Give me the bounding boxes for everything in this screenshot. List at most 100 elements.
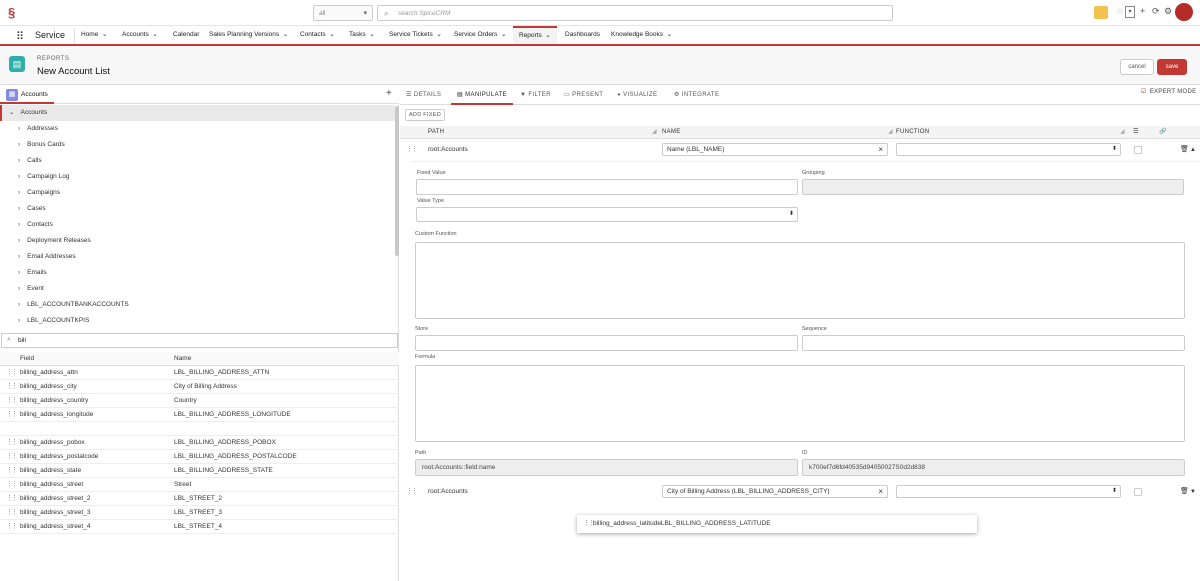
nav-item-dashboards[interactable]: Dashboards [565, 26, 600, 44]
nav-item-service-tickets[interactable]: Service Tickets ⌄ [389, 26, 442, 44]
notification-icon[interactable] [1094, 6, 1108, 19]
nav-item-accounts[interactable]: Accounts ⌄ [122, 26, 158, 44]
chevron-right-icon[interactable]: › [18, 157, 20, 164]
tab-manipulate[interactable]: ▤ MANIPULATE [451, 86, 514, 105]
expert-mode-toggle[interactable]: ☑ EXPERT MODE [1141, 88, 1196, 95]
function-select[interactable]: ⬍ [896, 485, 1121, 498]
app-launcher-icon[interactable]: ⠿ [16, 30, 24, 43]
tree-item[interactable]: › Deployment Releases [0, 233, 395, 249]
table-row[interactable]: ⋮⋮ billing_address_pobox LBL_BILLING_ADDRE… [0, 436, 399, 450]
chevron-right-icon[interactable]: › [18, 221, 20, 228]
nav-item-tasks[interactable]: Tasks ⌄ [349, 26, 375, 44]
chevron-right-icon[interactable]: › [18, 189, 20, 196]
chevron-down-icon[interactable]: ⌄ [283, 31, 288, 38]
tab-details[interactable]: ☰ DETAILS [406, 86, 441, 105]
nav-item-contacts[interactable]: Contacts ⌄ [300, 26, 335, 44]
cancel-button[interactable]: cancel [1120, 59, 1154, 75]
tree-item[interactable]: › Email Addresses [0, 249, 395, 265]
drag-handle-icon[interactable]: ⋮⋮ [406, 140, 418, 160]
drag-handle-icon[interactable]: ⋮⋮ [6, 506, 18, 520]
nav-item-service-orders[interactable]: Service Orders ⌄ [454, 26, 506, 44]
field-checkbox[interactable] [1134, 146, 1142, 154]
grouping-select[interactable] [802, 179, 1184, 195]
chevron-down-icon[interactable]: ⌄ [667, 31, 672, 38]
drag-handle-icon[interactable]: ⋮⋮ [6, 520, 18, 534]
field-checkbox[interactable] [1134, 488, 1142, 496]
global-search-input[interactable]: ⌕ search SpiceCRM [377, 5, 893, 21]
chevron-right-icon[interactable]: › [18, 205, 20, 212]
table-row[interactable]: ⋮⋮ billing_address_street Street [0, 478, 399, 492]
favorites-dropdown-icon[interactable]: ▾ [1125, 6, 1135, 18]
tree-item[interactable]: › Campaign Log [0, 169, 395, 185]
chevron-down-icon[interactable]: ⌄ [369, 31, 374, 38]
chevron-up-icon[interactable]: ▲ [1190, 140, 1196, 160]
drag-handle-icon[interactable]: ⋮⋮ [6, 436, 18, 450]
table-row[interactable]: ⋮⋮ billing_address_street_4 LBL_STREET_4 [0, 520, 399, 534]
chevron-down-icon[interactable]: ⌄ [436, 31, 441, 38]
sync-icon[interactable]: ⟳ [1152, 6, 1160, 20]
search-scope-select[interactable]: all ▾ [313, 5, 373, 21]
tree-item[interactable]: › Campaigns [0, 185, 395, 201]
table-row[interactable]: ⋮⋮ billing_address_street_2 LBL_STREET_2 [0, 492, 399, 506]
plus-icon[interactable]: + [1140, 6, 1145, 20]
chevron-right-icon[interactable]: › [18, 253, 20, 260]
value-type-select[interactable]: ⬍ [416, 207, 798, 222]
function-select[interactable]: ⬍ [896, 143, 1121, 156]
drag-handle-icon[interactable]: ⋮⋮ [406, 482, 418, 502]
close-icon[interactable]: × [878, 144, 883, 155]
link-icon[interactable]: 🔗 [1159, 126, 1167, 139]
spicecrm-logo[interactable]: § [8, 6, 22, 20]
drag-handle-icon[interactable]: ⋮⋮ [6, 478, 18, 492]
chevron-right-icon[interactable]: › [18, 141, 20, 148]
chevron-down-icon[interactable]: ▼ [1190, 482, 1196, 502]
sequence-input[interactable] [802, 335, 1185, 351]
columns-icon[interactable]: ☰ [1133, 126, 1139, 139]
drag-handle-icon[interactable]: ⋮⋮ [6, 366, 18, 380]
tree-item[interactable]: › Contacts [0, 217, 395, 233]
chevron-right-icon[interactable]: › [18, 301, 20, 308]
chevron-down-icon[interactable]: ⌄ [9, 109, 14, 116]
chevron-down-icon[interactable]: ⌄ [545, 32, 550, 39]
tree-item[interactable]: › Addresses [0, 121, 395, 137]
chevron-right-icon[interactable]: › [18, 237, 20, 244]
table-row[interactable]: ⋮⋮ billing_address_city City of Billing Ad… [0, 380, 399, 394]
delete-icon[interactable]: 🗑 [1180, 140, 1189, 160]
drag-handle-icon[interactable]: ⋮⋮ [6, 464, 18, 478]
tree-item-accounts[interactable]: ⌄ Accounts [0, 105, 395, 121]
formula-textarea[interactable] [415, 365, 1185, 442]
tab-present[interactable]: ▭ PRESENT [564, 86, 603, 105]
nav-item-calendar[interactable]: Calendar [173, 26, 199, 44]
tab-accounts[interactable]: ▦ Accounts [0, 86, 54, 104]
chevron-down-icon[interactable]: ⌄ [501, 31, 506, 38]
tree-scrollbar[interactable] [395, 106, 399, 256]
table-row[interactable]: ⋮⋮ billing_address_state LBL_BILLING_ADDRE… [0, 464, 399, 478]
tree-item[interactable]: › LBL_ACCOUNTBANKACCOUNTS [0, 297, 395, 313]
table-row[interactable]: ⋮⋮ billing_address_country Country [0, 394, 399, 408]
store-input[interactable] [415, 335, 798, 351]
table-row[interactable]: ⋮⋮ billing_address_street_3 LBL_STREET_3 [0, 506, 399, 520]
nav-item-home[interactable]: Home ⌄ [81, 26, 107, 44]
table-row[interactable]: ⋮⋮ billing_address_attn LBL_BILLING_ADDRES… [0, 366, 399, 380]
tree-item[interactable]: › Emails [0, 265, 395, 281]
tree-item[interactable]: › Cases [0, 201, 395, 217]
chevron-right-icon[interactable]: › [18, 285, 20, 292]
save-button[interactable]: save [1157, 59, 1187, 75]
tab-visualize[interactable]: ◕ VISUALIZE [617, 86, 657, 105]
chevron-down-icon[interactable]: ⌄ [102, 31, 107, 38]
close-icon[interactable]: × [878, 486, 883, 497]
chevron-right-icon[interactable]: › [18, 269, 20, 276]
nav-item-knowledge-books[interactable]: Knowledge Books ⌄ [611, 26, 672, 44]
drag-preview-item[interactable]: ⋮⋮ billing_address_latitudeLBL_BILLING_AD… [577, 515, 977, 533]
add-module-icon[interactable]: + [386, 88, 392, 99]
chevron-down-icon[interactable]: ⌄ [329, 31, 334, 38]
tree-item[interactable]: › Calls [0, 153, 395, 169]
table-row[interactable]: ⋮⋮ billing_address_postalcode LBL_BILLING_… [0, 450, 399, 464]
chevron-right-icon[interactable]: › [18, 173, 20, 180]
delete-icon[interactable]: 🗑 [1180, 482, 1189, 502]
fixed-value-input[interactable] [416, 179, 798, 195]
nav-item-reports[interactable]: Reports ⌄ [513, 26, 557, 44]
drag-handle-icon[interactable]: ⋮⋮ [6, 380, 18, 394]
drag-handle-icon[interactable]: ⋮⋮ [6, 450, 18, 464]
tree-item[interactable]: › LBL_ACCOUNTKPIS [0, 313, 395, 329]
tab-integrate[interactable]: ⚙ INTEGRATE [674, 86, 719, 105]
